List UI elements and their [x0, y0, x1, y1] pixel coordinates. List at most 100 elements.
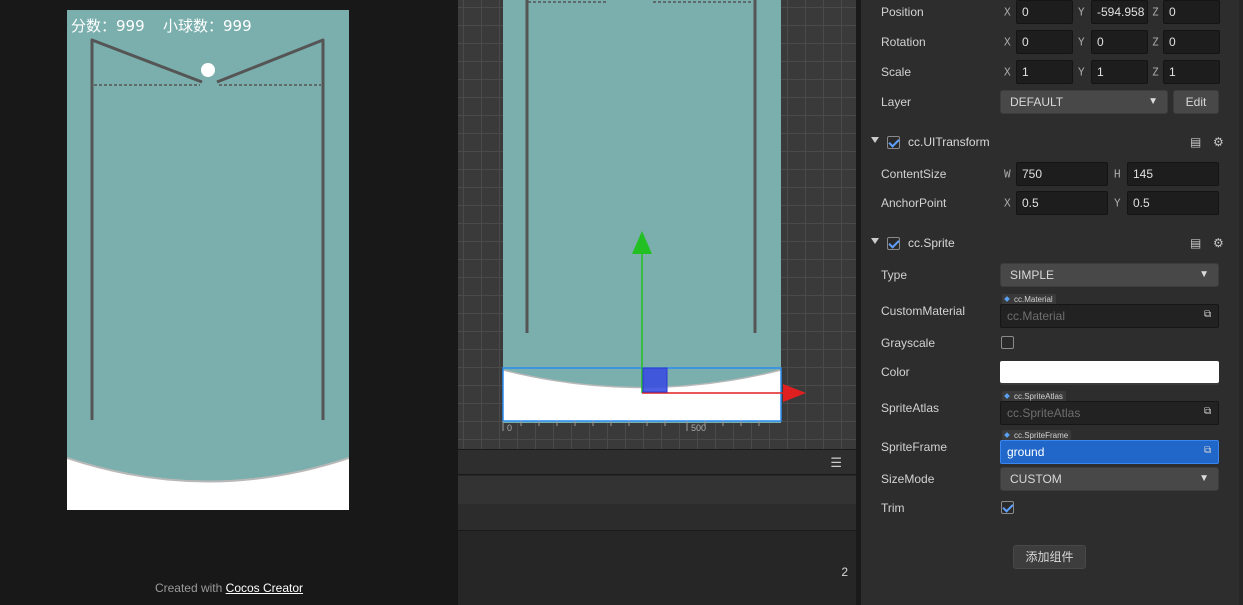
content-size-h-input[interactable]: 145 — [1127, 162, 1219, 186]
sprite-section-header[interactable]: cc.Sprite ▤ ⚙ — [861, 229, 1243, 257]
scale-label: Scale — [881, 65, 912, 79]
rotation-z-input[interactable]: 0 — [1163, 30, 1220, 54]
custom-material-field[interactable]: cc.Material cc.Material ⧉ — [1000, 294, 1219, 328]
grayscale-checkbox[interactable] — [1001, 336, 1014, 349]
layer-row: Layer DEFAULT ▼ Edit — [861, 87, 1243, 117]
uitransform-enabled-checkbox[interactable] — [887, 136, 900, 149]
cocos-creator-link[interactable]: Cocos Creator — [226, 581, 303, 595]
scene-drawing — [502, 0, 806, 431]
axis-y-label: Y — [1078, 65, 1085, 79]
axis-w-label: W — [1004, 167, 1011, 181]
layer-edit-button[interactable]: Edit — [1173, 90, 1219, 114]
right-wall — [216, 38, 325, 420]
axis-y-label: Y — [1078, 5, 1085, 19]
content-size-label: ContentSize — [881, 167, 947, 181]
game-canvas[interactable]: 分数：999 小球数：999 — [67, 10, 349, 510]
axis-z-label: Z — [1152, 35, 1159, 49]
uitransform-section-header[interactable]: cc.UITransform ▤ ⚙ — [861, 128, 1243, 156]
gear-icon[interactable]: ⚙ — [1213, 236, 1224, 250]
position-y-input[interactable]: -594.958 — [1091, 0, 1148, 24]
sprite-type-select[interactable]: SIMPLE ▼ — [1000, 263, 1219, 287]
grayscale-label: Grayscale — [881, 336, 936, 350]
anchor-point-row: AnchorPoint X 0.5 Y 0.5 — [861, 188, 1243, 218]
help-book-icon[interactable]: ▤ — [1190, 236, 1201, 250]
item-count: 2 — [841, 565, 848, 579]
ground — [67, 458, 349, 510]
bottom-panel-row[interactable]: 2 — [458, 504, 856, 579]
sprite-frame-row: SpriteFrame cc.SpriteFrame ground ⧉ — [861, 428, 1243, 466]
credit-prefix: Created with — [154, 581, 226, 595]
rotation-row: Rotation X 0 Y 0 Z 0 — [861, 27, 1243, 57]
scale-x-input[interactable]: 1 — [1016, 60, 1073, 84]
anchor-point-label: AnchorPoint — [881, 196, 947, 210]
collapse-arrow-icon[interactable] — [871, 137, 879, 143]
sprite-type-value: SIMPLE — [1010, 268, 1055, 282]
score-label: 分数：999 — [71, 17, 145, 35]
rotation-label: Rotation — [881, 35, 926, 49]
axis-x-label: X — [1004, 65, 1011, 79]
size-mode-label: SizeMode — [881, 472, 935, 486]
asset-picker-icon[interactable]: ⧉ — [1204, 309, 1214, 321]
position-x-input[interactable]: 0 — [1016, 0, 1073, 24]
grayscale-row: Grayscale — [861, 328, 1243, 358]
caret-down-icon: ▼ — [1199, 269, 1209, 280]
inspector-panel: Position X 0 Y -594.958 Z 0 Rotation X 0… — [861, 0, 1243, 605]
ruler-label-500: 500 — [691, 423, 707, 433]
position-row: Position X 0 Y -594.958 Z 0 — [861, 0, 1243, 27]
color-swatch[interactable] — [1000, 361, 1219, 383]
game-scene-drawing — [67, 38, 349, 510]
gear-icon[interactable]: ⚙ — [1213, 135, 1224, 149]
size-mode-value: CUSTOM — [1010, 472, 1062, 486]
add-component-button[interactable]: 添加组件 — [1013, 545, 1086, 569]
sprite-atlas-label: SpriteAtlas — [881, 401, 940, 415]
axis-h-label: H — [1114, 167, 1121, 181]
custom-material-row: CustomMaterial cc.Material cc.Material ⧉ — [861, 292, 1243, 330]
position-z-input[interactable]: 0 — [1163, 0, 1220, 24]
layer-label: Layer — [881, 95, 912, 109]
asset-picker-icon[interactable]: ⧉ — [1204, 445, 1214, 457]
scene-viewport[interactable]: 0 500 — [458, 0, 856, 449]
anchor-x-input[interactable]: 0.5 — [1016, 191, 1108, 215]
color-label: Color — [881, 365, 910, 379]
help-book-icon[interactable]: ▤ — [1190, 135, 1201, 149]
anchor-y-input[interactable]: 0.5 — [1127, 191, 1219, 215]
sprite-enabled-checkbox[interactable] — [887, 237, 900, 250]
axis-x-label: X — [1004, 5, 1011, 19]
sprite-atlas-field[interactable]: cc.SpriteAtlas cc.SpriteAtlas ⧉ — [1000, 391, 1219, 425]
axis-x-label: X — [1004, 35, 1011, 49]
trim-checkbox[interactable] — [1001, 501, 1014, 514]
size-mode-select[interactable]: CUSTOM ▼ — [1000, 467, 1219, 491]
sprite-frame-field[interactable]: cc.SpriteFrame ground ⧉ — [1000, 430, 1219, 464]
game-preview-panel: 分数：999 小球数：999 Created with Cocos Creato… — [0, 0, 458, 605]
sprite-type-label: Type — [881, 268, 908, 282]
position-label: Position — [881, 5, 924, 19]
layer-select-value: DEFAULT — [1010, 95, 1064, 109]
bottom-panel-toolbar — [458, 476, 856, 504]
scale-z-input[interactable]: 1 — [1163, 60, 1220, 84]
ball — [201, 63, 215, 77]
left-wall — [90, 38, 203, 420]
asset-picker-icon[interactable]: ⧉ — [1204, 406, 1214, 418]
sprite-title: cc.Sprite — [908, 236, 955, 250]
axis-z-label: Z — [1152, 65, 1159, 79]
rotation-y-input[interactable]: 0 — [1091, 30, 1148, 54]
caret-down-icon: ▼ — [1148, 96, 1158, 107]
content-size-w-input[interactable]: 750 — [1016, 162, 1108, 186]
custom-material-value: cc.Material — [1000, 304, 1219, 328]
rotation-x-input[interactable]: 0 — [1016, 30, 1073, 54]
caret-down-icon: ▼ — [1199, 473, 1209, 484]
trim-row: Trim — [861, 493, 1243, 523]
custom-material-label: CustomMaterial — [881, 304, 966, 318]
uitransform-title: cc.UITransform — [908, 135, 990, 149]
inspector-scrollbar[interactable] — [1239, 0, 1243, 605]
gizmo-x-arrow — [783, 384, 806, 402]
axis-x-label: X — [1004, 196, 1011, 210]
layer-select[interactable]: DEFAULT ▼ — [1000, 90, 1168, 114]
collapse-arrow-icon[interactable] — [871, 238, 879, 244]
gizmo-center-handle — [642, 367, 668, 393]
color-row: Color — [861, 357, 1243, 387]
scale-y-input[interactable]: 1 — [1091, 60, 1148, 84]
sprite-type-row: Type SIMPLE ▼ — [861, 260, 1243, 290]
hamburger-icon[interactable]: ☰ — [830, 455, 842, 471]
scale-row: Scale X 1 Y 1 Z 1 — [861, 57, 1243, 87]
